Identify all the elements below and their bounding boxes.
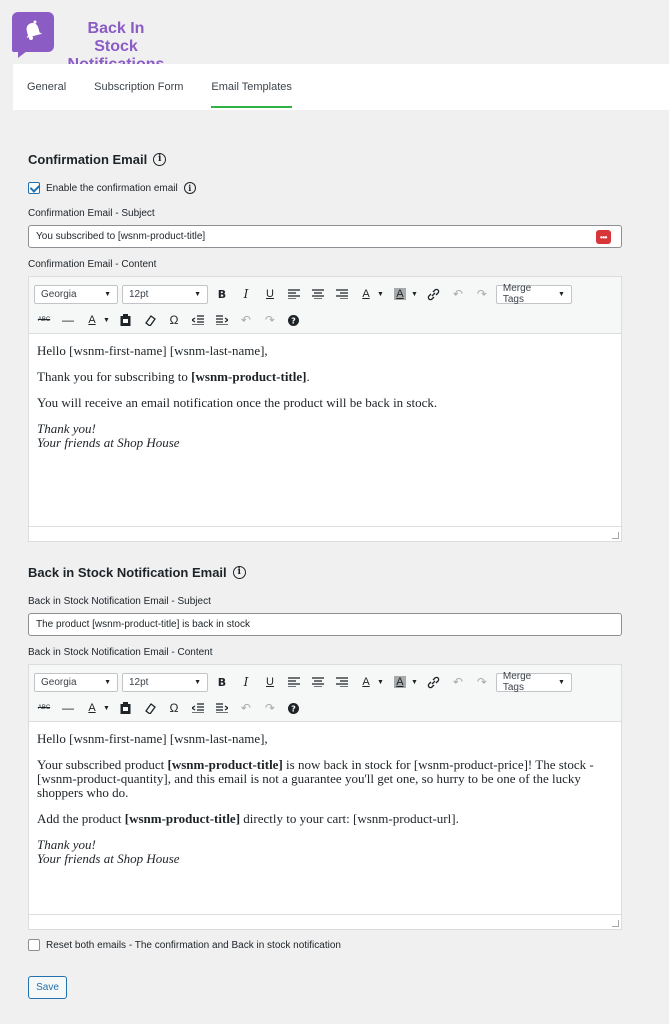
tab-email-templates[interactable]: Email Templates [197,64,306,110]
redo-icon[interactable]: ↷ [260,698,280,718]
align-right-icon[interactable] [332,672,352,692]
confirmation-subject-value: You subscribed to [wsnm-product-title] [36,231,206,242]
backinstock-subject-label: Back in Stock Notification Email - Subje… [28,596,211,607]
enable-confirmation-row: Enable the confirmation email i [28,182,196,194]
link-icon[interactable] [424,284,444,304]
paste-text-icon[interactable] [116,698,136,718]
confirmation-subject-label: Confirmation Email - Subject [28,208,155,219]
outdent-icon[interactable] [188,698,208,718]
background-color-icon[interactable]: A [390,284,410,304]
tab-subscription-form[interactable]: Subscription Form [80,64,197,110]
editor-resize-handle[interactable] [29,914,621,929]
reset-emails-checkbox[interactable] [28,939,40,951]
horizontal-line-icon[interactable]: — [58,698,78,718]
confirmation-content-label: Confirmation Email - Content [28,259,157,270]
undo-icon[interactable]: ↶ [448,284,468,304]
confirmation-editor: Georgia▼ 12pt▼ B I U A ▼ A ▼ ↶ ↷ Merge [28,276,622,542]
special-character-icon[interactable]: Ω [164,698,184,718]
align-left-icon[interactable] [284,672,304,692]
reset-emails-row: Reset both emails - The confirmation and… [28,939,341,951]
backinstock-section-title: Back in Stock Notification Email i [28,565,246,580]
backinstock-subject-value: The product [wsnm-product-title] is back… [36,619,250,630]
clear-formatting-icon[interactable] [140,310,160,330]
clear-formatting-icon[interactable] [140,698,160,718]
confirmation-section-title: Confirmation Email i [28,152,167,167]
undo-icon[interactable]: ↶ [236,310,256,330]
font-family-select[interactable]: Georgia ▼ [34,284,118,304]
merge-tags-select[interactable]: Merge Tags ▼ [495,283,572,305]
align-center-icon[interactable] [308,284,328,304]
text-color-icon[interactable]: A [82,698,102,718]
text-color-icon[interactable]: A [356,672,376,692]
indent-icon[interactable] [212,698,232,718]
bold-icon[interactable]: B [212,284,232,304]
backinstock-subject-input[interactable]: The product [wsnm-product-title] is back… [28,613,622,636]
enable-confirmation-label: Enable the confirmation email [46,182,178,194]
editor-toolbar: Georgia▼ 12pt▼ B I U A ▼ A ▼ ↶ ↷ Merge [29,277,621,334]
font-family-select[interactable]: Georgia ▼ [34,672,118,692]
undo-icon[interactable]: ↶ [236,698,256,718]
align-right-icon[interactable] [332,284,352,304]
help-icon[interactable]: ? [284,698,304,718]
backinstock-content-label: Back in Stock Notification Email - Conte… [28,647,213,658]
merge-tags-select[interactable]: Merge Tags ▼ [495,671,572,693]
backinstock-editor: Georgia▼ 12pt▼ B I U A ▼ A ▼ ↶ ↷ Merge [28,664,622,930]
merge-tags-dots-icon[interactable]: ••• [596,230,611,244]
bell-logo-icon [12,12,54,58]
bold-icon[interactable]: B [212,672,232,692]
outdent-icon[interactable] [188,310,208,330]
undo-icon[interactable]: ↶ [448,672,468,692]
font-size-select[interactable]: 12pt ▼ [122,284,208,304]
align-left-icon[interactable] [284,284,304,304]
paste-text-icon[interactable] [116,310,136,330]
text-color-icon[interactable]: A [82,310,102,330]
horizontal-line-icon[interactable]: — [58,310,78,330]
strikethrough-icon[interactable]: ABC [34,310,54,330]
background-color-icon[interactable]: A [390,672,410,692]
enable-confirmation-checkbox[interactable] [28,182,40,194]
italic-icon[interactable]: I [236,284,256,304]
tab-bar: General Subscription Form Email Template… [13,64,669,110]
info-icon[interactable]: i [232,566,246,579]
backinstock-editor-content[interactable]: Hello [wsnm-first-name] [wsnm-last-name]… [29,722,621,874]
redo-icon[interactable]: ↷ [472,284,492,304]
editor-resize-handle[interactable] [29,526,621,541]
tab-general[interactable]: General [13,64,80,110]
info-icon[interactable]: i [153,153,167,166]
redo-icon[interactable]: ↷ [472,672,492,692]
reset-emails-label: Reset both emails - The confirmation and… [46,939,341,951]
font-size-select[interactable]: 12pt ▼ [122,672,208,692]
confirmation-subject-input[interactable]: You subscribed to [wsnm-product-title] •… [28,225,622,248]
text-color-icon[interactable]: A [356,284,376,304]
editor-toolbar: Georgia▼ 12pt▼ B I U A ▼ A ▼ ↶ ↷ Merge [29,665,621,722]
help-icon[interactable]: ? [284,310,304,330]
indent-icon[interactable] [212,310,232,330]
svg-text:?: ? [292,316,297,325]
underline-icon[interactable]: U [260,672,280,692]
save-button[interactable]: Save [28,976,67,999]
underline-icon[interactable]: U [260,284,280,304]
special-character-icon[interactable]: Ω [164,310,184,330]
redo-icon[interactable]: ↷ [260,310,280,330]
svg-text:?: ? [292,704,297,713]
strikethrough-icon[interactable]: ABC [34,698,54,718]
confirmation-editor-content[interactable]: Hello [wsnm-first-name] [wsnm-last-name]… [29,334,621,458]
link-icon[interactable] [424,672,444,692]
align-center-icon[interactable] [308,672,328,692]
italic-icon[interactable]: I [236,672,256,692]
info-icon[interactable]: i [183,182,196,194]
